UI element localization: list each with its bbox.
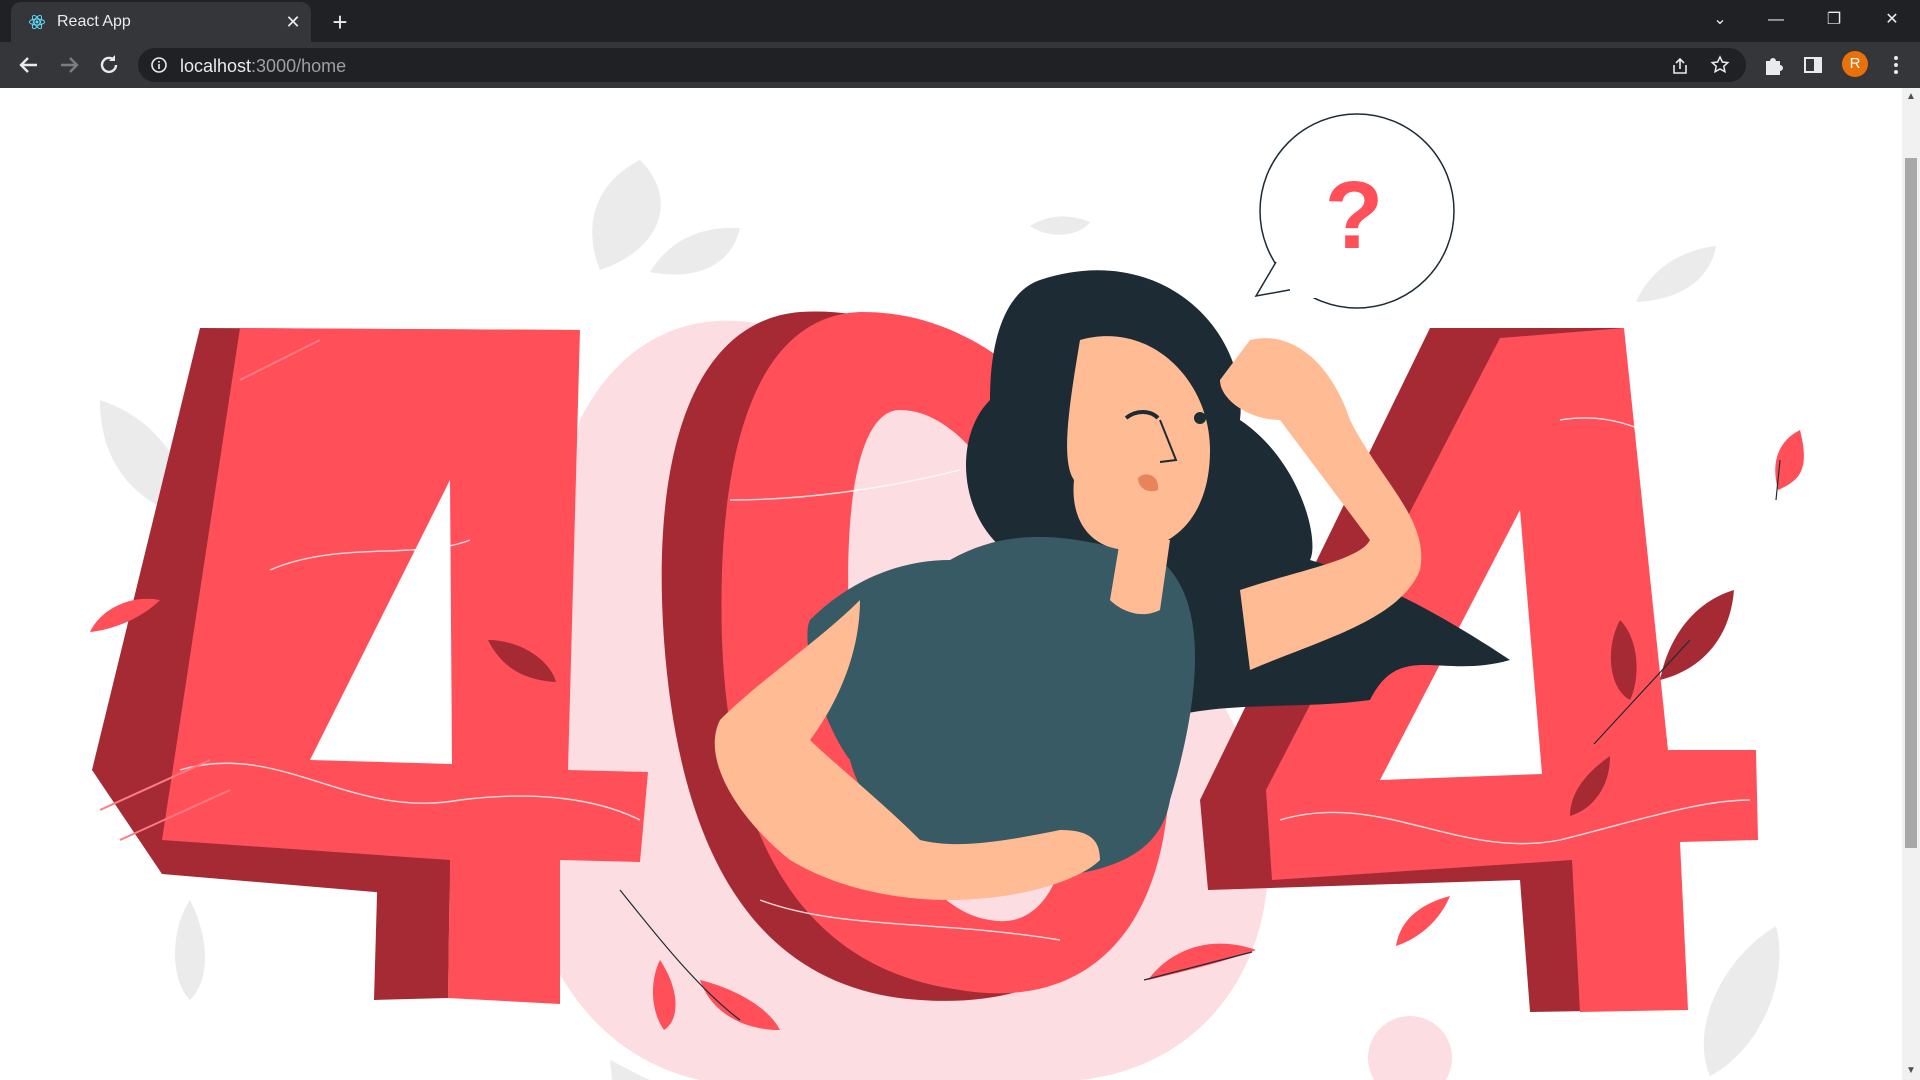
menu-kebab-icon[interactable]: [1880, 49, 1912, 81]
profile-avatar[interactable]: R: [1842, 51, 1868, 77]
info-icon[interactable]: [150, 56, 168, 74]
gray-leaf: [610, 1060, 650, 1080]
new-tab-button[interactable]: +: [326, 9, 354, 37]
close-tab-icon[interactable]: ✕: [281, 10, 305, 34]
back-arrow-icon[interactable]: [13, 49, 45, 81]
red-leaf: [1396, 896, 1450, 946]
tab-react-app[interactable]: React App ✕: [11, 2, 311, 42]
address-bar[interactable]: localhost:3000/home: [138, 48, 1746, 82]
gray-leaf: [592, 160, 661, 270]
pink-dot: [1368, 1016, 1452, 1080]
url-path: :3000/home: [251, 56, 347, 76]
forward-arrow-icon[interactable]: [53, 49, 85, 81]
react-icon: [29, 14, 45, 30]
minimize-button[interactable]: —: [1756, 5, 1796, 35]
404-illustration: ?: [90, 113, 1804, 1080]
url-host: localhost: [180, 56, 252, 76]
scroll-thumb[interactable]: [1905, 158, 1917, 848]
gray-leaf: [1030, 216, 1090, 235]
close-window-button[interactable]: ✕: [1872, 5, 1912, 35]
page-content: ?: [0, 88, 1902, 1080]
reload-icon[interactable]: [93, 49, 125, 81]
gray-leaf: [1703, 926, 1780, 1076]
browser-toolbar: localhost:3000/home R: [0, 42, 1920, 88]
restore-button[interactable]: ❐: [1814, 5, 1854, 35]
browser-chrome: React App ✕ + ⌄ — ❐ ✕ localhost:3000/hom…: [0, 0, 1920, 88]
question-mark: ?: [1325, 162, 1384, 269]
dark-red-leaf: [1660, 590, 1734, 680]
gray-leaf: [650, 227, 740, 275]
share-icon[interactable]: [1670, 56, 1690, 76]
speech-bubble: ?: [1254, 113, 1455, 309]
tab-search-button[interactable]: ⌄: [1700, 5, 1740, 35]
extensions-puzzle-icon[interactable]: [1757, 49, 1789, 81]
scroll-up-arrow-icon[interactable]: ▲: [1902, 88, 1920, 106]
vertical-scrollbar[interactable]: ▲ ▼: [1902, 88, 1920, 1080]
side-panel-icon[interactable]: [1797, 49, 1829, 81]
open-eye: [1194, 412, 1206, 424]
tab-title: React App: [57, 13, 131, 30]
bookmark-star-icon[interactable]: [1710, 55, 1730, 75]
url-text: localhost:3000/home: [180, 56, 346, 77]
scroll-down-arrow-icon[interactable]: ▼: [1902, 1062, 1920, 1080]
gray-leaf: [175, 900, 205, 1000]
gray-leaf: [1636, 246, 1716, 302]
tab-strip: React App ✕ + ⌄ — ❐ ✕: [0, 0, 1920, 42]
